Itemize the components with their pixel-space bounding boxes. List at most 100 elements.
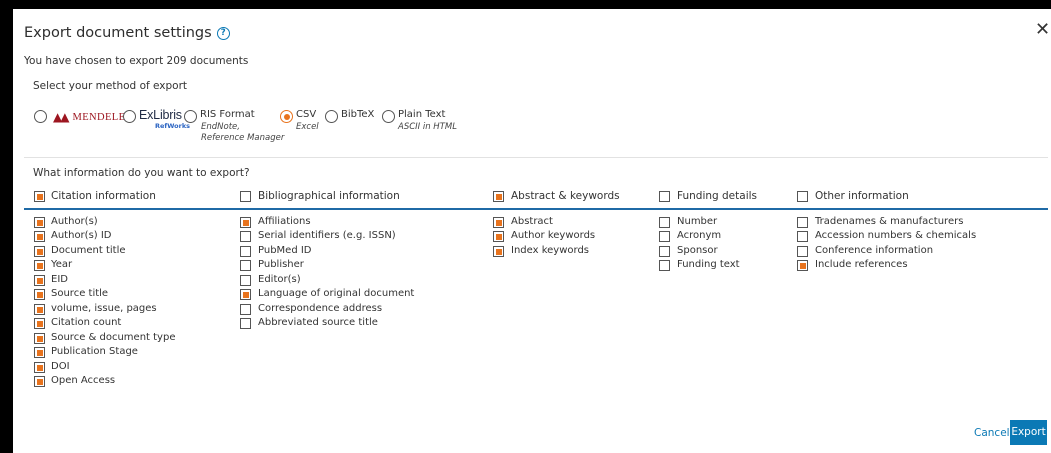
checkbox-publisher[interactable] [240,260,251,271]
export-dialog: Export document settings ? ✕ You have ch… [13,9,1051,453]
item-label[interactable]: Citation count [51,317,121,328]
item-label[interactable]: Language of original document [258,288,414,299]
checkbox-tradenames[interactable] [797,217,808,228]
checkbox-index-keywords[interactable] [493,246,504,257]
checkbox-abbreviated-source-title[interactable] [240,318,251,329]
exlibris-logo[interactable]: ExLibris [139,108,182,122]
checkbox-affiliations[interactable] [240,217,251,228]
item-label[interactable]: Accession numbers & chemicals [815,230,976,241]
checkbox-serial-identifiers[interactable] [240,231,251,242]
checkbox-acronym[interactable] [659,231,670,242]
item-label[interactable]: Author(s) ID [51,230,112,241]
checkbox-sponsor[interactable] [659,246,670,257]
ris-label[interactable]: RIS Format [200,109,255,120]
item-label[interactable]: Year [51,259,72,270]
radio-refworks[interactable] [123,110,136,123]
checkbox-open-access[interactable] [34,376,45,387]
item-label[interactable]: Document title [51,245,126,256]
item-label[interactable]: Correspondence address [258,303,382,314]
checkbox-language[interactable] [240,289,251,300]
mendeley-icon: ▲▲ [53,110,70,124]
checkbox-accession-numbers[interactable] [797,231,808,242]
checkbox-authors-id[interactable] [34,231,45,242]
radio-bibtex[interactable] [325,110,338,123]
radio-plaintext[interactable] [382,110,395,123]
item-label[interactable]: DOI [51,361,70,372]
checkbox-doi[interactable] [34,362,45,373]
checkbox-source-title[interactable] [34,289,45,300]
cancel-button[interactable]: Cancel [974,427,1010,439]
item-label[interactable]: Author keywords [511,230,595,241]
checkbox-citation-information[interactable] [34,191,45,202]
checkbox-include-references[interactable] [797,260,808,271]
checkbox-publication-stage[interactable] [34,347,45,358]
item-label[interactable]: EID [51,274,68,285]
item-label[interactable]: Number [677,216,717,227]
dialog-header: Export document settings ? [24,23,230,43]
checkbox-correspondence-address[interactable] [240,304,251,315]
item-label[interactable]: Affiliations [258,216,311,227]
plaintext-label[interactable]: Plain Text [398,109,445,120]
item-label[interactable]: volume, issue, pages [51,303,157,314]
category-funding-details[interactable]: Funding details [677,190,757,202]
radio-mendeley[interactable] [34,110,47,123]
checkbox-editors[interactable] [240,275,251,286]
checkbox-bibliographical-information[interactable] [240,191,251,202]
item-label[interactable]: Abstract [511,216,553,227]
radio-ris[interactable] [184,110,197,123]
dialog-title: Export document settings [24,25,212,41]
item-label[interactable]: Acronym [677,230,721,241]
item-label[interactable]: Source title [51,288,108,299]
item-label[interactable]: Abbreviated source title [258,317,378,328]
mendeley-logo[interactable]: ▲▲ MENDELEY [53,110,133,124]
item-label[interactable]: Conference information [815,245,933,256]
checkbox-eid[interactable] [34,275,45,286]
category-abstract-keywords[interactable]: Abstract & keywords [511,190,620,202]
checkbox-funding-text[interactable] [659,260,670,271]
item-label[interactable]: Funding text [677,259,740,270]
item-label[interactable]: Sponsor [677,245,718,256]
checkbox-source-document-type[interactable] [34,333,45,344]
item-label[interactable]: PubMed ID [258,245,312,256]
info-question: What information do you want to export? [33,167,250,179]
item-label[interactable]: Publisher [258,259,304,270]
export-count-text: You have chosen to export 209 documents [24,55,249,67]
checkbox-funding-details[interactable] [659,191,670,202]
export-button[interactable]: Export [1010,420,1047,445]
checkbox-abstract-keywords[interactable] [493,191,504,202]
item-label[interactable]: Open Access [51,375,115,386]
item-label[interactable]: Index keywords [511,245,589,256]
checkbox-number[interactable] [659,217,670,228]
section-divider [24,157,1048,158]
item-label[interactable]: Publication Stage [51,346,138,357]
ris-sublabel-2: Reference Manager [201,133,285,143]
checkbox-abstract[interactable] [493,217,504,228]
checkbox-author-keywords[interactable] [493,231,504,242]
checkbox-document-title[interactable] [34,246,45,257]
bibtex-label[interactable]: BibTeX [341,109,374,120]
checkbox-other-information[interactable] [797,191,808,202]
item-label[interactable]: Tradenames & manufacturers [815,216,963,227]
item-label[interactable]: Include references [815,259,908,270]
category-citation-information[interactable]: Citation information [51,190,156,202]
category-bibliographical-information[interactable]: Bibliographical information [258,190,400,202]
checkbox-citation-count[interactable] [34,318,45,329]
checkbox-volume-issue-pages[interactable] [34,304,45,315]
item-label[interactable]: Serial identifiers (e.g. ISSN) [258,230,396,241]
item-label[interactable]: Editor(s) [258,274,301,285]
help-icon[interactable]: ? [216,26,230,40]
checkbox-pubmed-id[interactable] [240,246,251,257]
csv-sublabel: Excel [296,122,319,132]
checkbox-authors[interactable] [34,217,45,228]
item-label[interactable]: Author(s) [51,216,98,227]
item-label[interactable]: Source & document type [51,332,175,343]
checkbox-conference-information[interactable] [797,246,808,257]
export-method-label: Select your method of export [33,80,188,92]
category-other-information[interactable]: Other information [815,190,909,202]
checkbox-year[interactable] [34,260,45,271]
radio-csv[interactable] [280,110,293,123]
close-icon[interactable]: ✕ [1035,20,1050,40]
category-divider [24,208,1048,210]
refworks-logo-text: RefWorks [155,122,191,130]
csv-label[interactable]: CSV [296,109,316,120]
